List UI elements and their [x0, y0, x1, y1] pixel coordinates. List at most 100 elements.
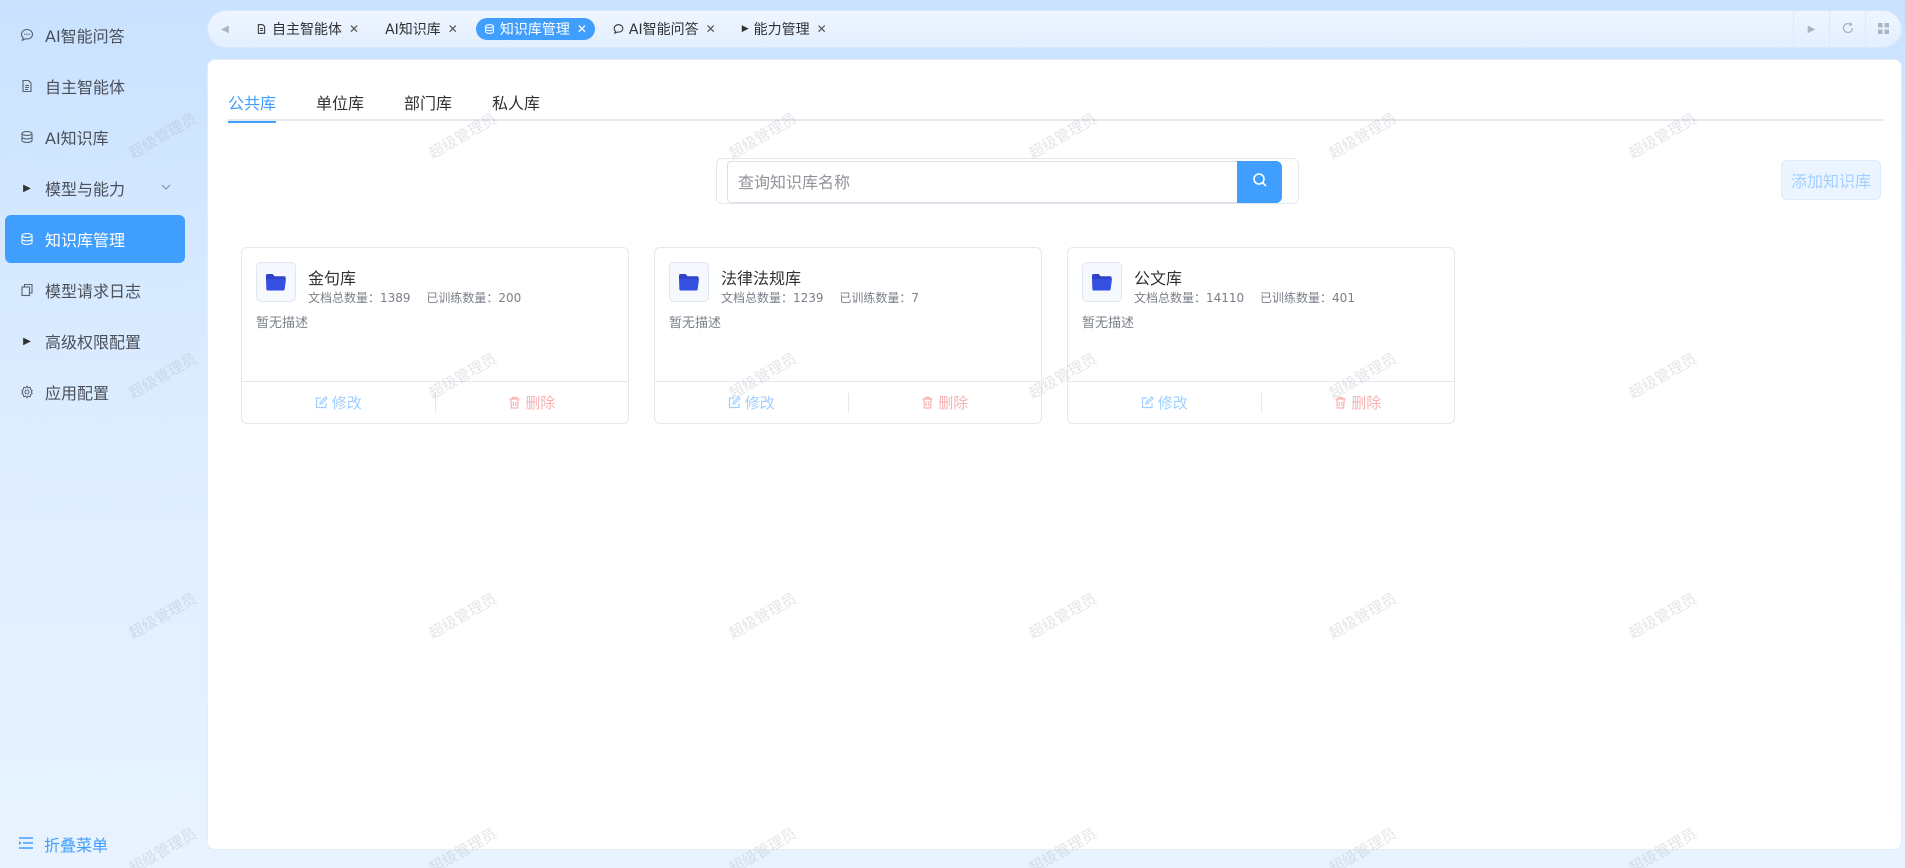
knowledge-base-card[interactable]: 公文库 文档总数量：14110 已训练数量：401 暂无描述 修改 删除	[1067, 247, 1455, 424]
tab-bar: ◀ 自主智能体 ✕ AI知识库 ✕ 知识库管理 ✕ AI智能问答 ✕ ▶ 能力管…	[207, 10, 1902, 48]
sidebar-item-knowledge-manage[interactable]: 知识库管理	[5, 215, 185, 263]
knowledge-base-card[interactable]: 法律法规库 文档总数量：1239 已训练数量：7 暂无描述 修改 删除	[654, 247, 1042, 424]
edit-icon	[1141, 396, 1154, 409]
caret-right-icon: ▶	[23, 182, 31, 194]
document-icon	[19, 78, 35, 94]
tab-scroll-left-button[interactable]: ◀	[208, 11, 242, 47]
tab-label: AI知识库	[385, 22, 441, 38]
collapse-menu-button[interactable]: 折叠菜单	[18, 832, 108, 856]
tab-agents[interactable]: 自主智能体 ✕	[248, 18, 367, 40]
document-icon	[256, 23, 267, 35]
tab-private-library[interactable]: 私人库	[492, 90, 540, 121]
card-description: 暂无描述	[669, 316, 722, 331]
close-icon[interactable]: ✕	[817, 22, 827, 36]
sidebar-item-agents[interactable]: 自主智能体	[5, 62, 185, 110]
copy-icon	[19, 282, 35, 298]
edit-icon	[315, 396, 328, 409]
sidebar-item-label: AI知识库	[45, 129, 109, 148]
trash-icon	[1334, 396, 1347, 409]
tab-bar-tools: ▶	[1793, 11, 1901, 47]
tab-ai-qa[interactable]: AI智能问答 ✕	[605, 18, 724, 40]
tab-knowledge-manage[interactable]: 知识库管理 ✕	[475, 18, 595, 40]
sidebar-item-label: 应用配置	[45, 384, 110, 403]
chevron-down-icon	[159, 179, 175, 195]
doc-count: 文档总数量：1389	[308, 291, 411, 305]
gear-icon	[19, 384, 35, 400]
close-icon[interactable]: ✕	[448, 22, 458, 36]
trash-icon	[921, 396, 934, 409]
search-input[interactable]	[727, 161, 1237, 203]
sidebar-item-ai-qa[interactable]: AI智能问答	[5, 11, 185, 59]
tab-menu-button[interactable]	[1865, 11, 1901, 47]
refresh-button[interactable]	[1829, 11, 1865, 47]
library-tabs: 公共库 单位库 部门库 私人库	[228, 90, 1883, 123]
folder-icon	[256, 262, 296, 302]
edit-button[interactable]: 修改	[242, 392, 435, 413]
tab-department-library[interactable]: 部门库	[404, 90, 452, 121]
card-actions: 修改 删除	[1068, 381, 1454, 423]
delete-button[interactable]: 删除	[849, 392, 1042, 413]
delete-button[interactable]: 删除	[1262, 392, 1455, 413]
sidebar-item-models[interactable]: ▶ 模型与能力	[5, 164, 185, 212]
card-stats: 文档总数量：1389 已训练数量：200	[308, 289, 521, 306]
chat-bubble-icon	[613, 23, 624, 35]
delete-button[interactable]: 删除	[436, 392, 629, 413]
doc-count: 文档总数量：14110	[1134, 291, 1245, 305]
collapse-menu-label: 折叠菜单	[44, 836, 109, 855]
tab-ability-manage[interactable]: ▶ 能力管理 ✕	[734, 18, 835, 40]
trained-count: 已训练数量：7	[839, 291, 920, 305]
caret-right-icon: ▶	[23, 335, 31, 347]
database-icon	[19, 231, 35, 247]
trained-count: 已训练数量：200	[426, 291, 522, 305]
sidebar-item-label: AI智能问答	[45, 27, 125, 46]
tab-unit-library[interactable]: 单位库	[316, 90, 364, 121]
search-button[interactable]	[1237, 161, 1282, 203]
doc-count: 文档总数量：1239	[721, 291, 824, 305]
add-knowledge-base-button[interactable]: 添加知识库	[1781, 160, 1881, 200]
sidebar-item-app-config[interactable]: 应用配置	[5, 368, 185, 416]
folder-icon	[669, 262, 709, 302]
edit-button[interactable]: 修改	[655, 392, 848, 413]
folder-icon	[1082, 262, 1122, 302]
search-bar	[716, 158, 1299, 204]
close-icon[interactable]: ✕	[577, 22, 587, 36]
caret-right-icon: ▶	[1807, 23, 1816, 35]
sidebar-item-ai-knowledge[interactable]: AI知识库	[5, 113, 185, 161]
database-icon	[19, 129, 35, 145]
card-actions: 修改 删除	[655, 381, 1041, 423]
sidebar: AI智能问答 自主智能体 AI知识库 ▶ 模型与能力 知识库管理 模型请求日志 …	[0, 0, 207, 868]
sidebar-item-label: 模型与能力	[45, 180, 126, 199]
card-title: 法律法规库	[721, 269, 802, 288]
knowledge-base-card[interactable]: 金句库 文档总数量：1389 已训练数量：200 暂无描述 修改 删除	[241, 247, 629, 424]
tab-label: AI智能问答	[628, 22, 699, 38]
edit-button[interactable]: 修改	[1068, 392, 1261, 413]
tab-ai-knowledge[interactable]: AI知识库 ✕	[377, 18, 466, 40]
sidebar-item-permissions[interactable]: ▶ 高级权限配置	[5, 317, 185, 365]
card-description: 暂无描述	[256, 316, 309, 331]
tab-scroll-right-button[interactable]: ▶	[1793, 11, 1829, 47]
card-title: 金句库	[308, 269, 357, 288]
sidebar-item-label: 模型请求日志	[45, 282, 142, 301]
sidebar-item-label: 自主智能体	[45, 78, 126, 97]
tab-label: 知识库管理	[499, 22, 570, 38]
main-panel: 公共库 单位库 部门库 私人库 添加知识库 金句库 文档总数量：1389 已训练…	[207, 59, 1902, 850]
trained-count: 已训练数量：401	[1260, 291, 1355, 305]
caret-right-icon: ▶	[741, 24, 749, 34]
sidebar-item-request-log[interactable]: 模型请求日志	[5, 266, 185, 314]
close-icon[interactable]: ✕	[706, 22, 716, 36]
tab-label: 能力管理	[753, 22, 810, 38]
tab-label: 自主智能体	[272, 22, 342, 38]
card-stats: 文档总数量：14110 已训练数量：401	[1134, 289, 1355, 306]
grid-icon	[1877, 20, 1890, 39]
menu-fold-icon	[18, 835, 34, 854]
chat-bubble-icon	[19, 27, 35, 43]
edit-icon	[728, 396, 741, 409]
database-icon	[484, 23, 495, 35]
close-icon[interactable]: ✕	[349, 22, 359, 36]
card-description: 暂无描述	[1082, 316, 1135, 331]
tab-public-library[interactable]: 公共库	[228, 90, 277, 123]
caret-left-icon: ◀	[221, 23, 229, 35]
sidebar-item-label: 高级权限配置	[45, 333, 142, 352]
refresh-icon	[1841, 20, 1855, 39]
card-stats: 文档总数量：1239 已训练数量：7	[721, 289, 919, 306]
